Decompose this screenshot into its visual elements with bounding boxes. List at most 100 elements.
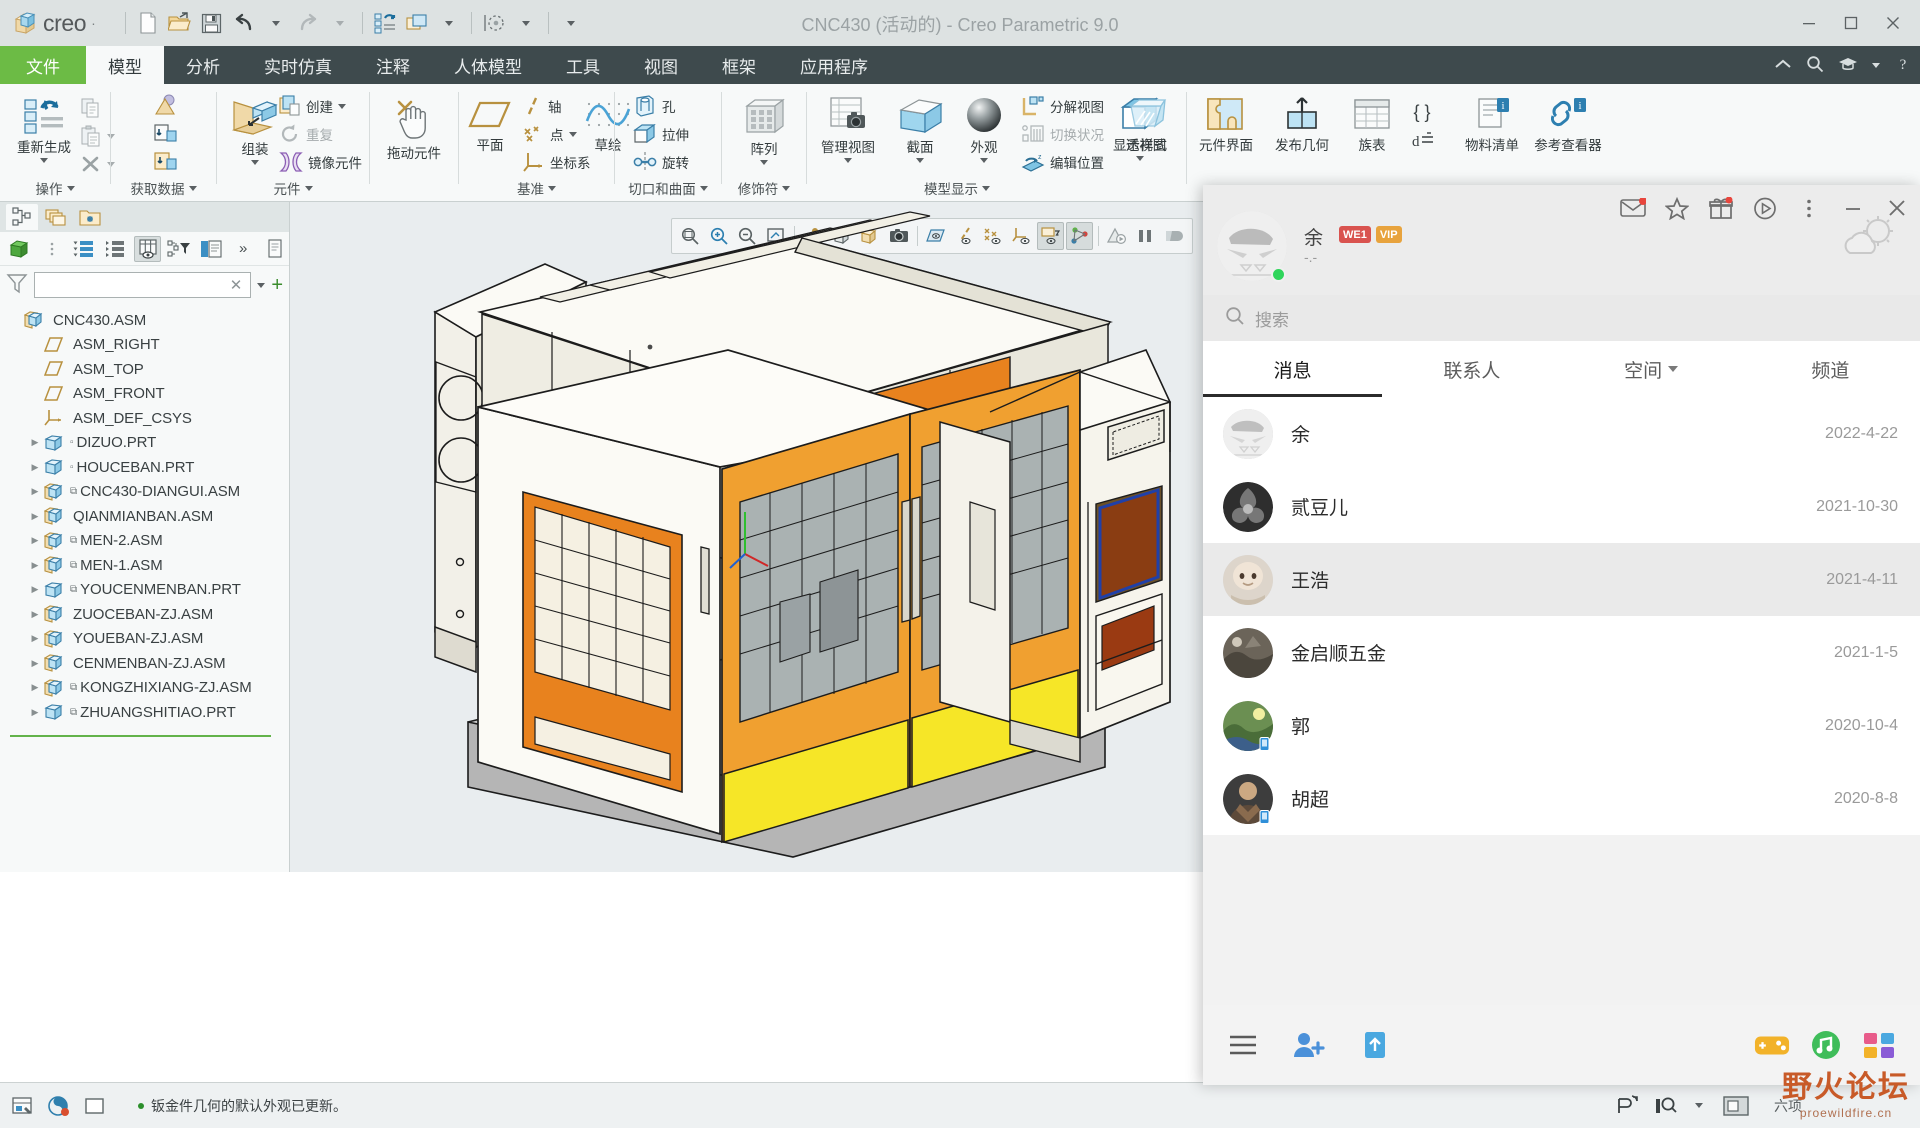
tree-item-asm-def-csys[interactable]: ASM_DEF_CSYS (0, 406, 289, 431)
component-interface-button[interactable]: 元件界面 (1189, 90, 1263, 154)
bom-button[interactable]: i 物料清单 (1455, 90, 1529, 154)
tab-manikin[interactable]: 人体模型 (432, 46, 544, 84)
redo-dropdown-button[interactable] (325, 7, 355, 39)
manage-views-button[interactable]: 管理视图 (809, 90, 887, 163)
chevron-down-icon[interactable] (1668, 366, 1679, 372)
expand-arrow-icon[interactable]: ▶ (28, 584, 42, 595)
expand-arrow-icon[interactable]: ▶ (28, 511, 42, 522)
revolve-button[interactable]: 旋转 (629, 148, 693, 176)
selection-filter-icon[interactable] (10, 1093, 36, 1119)
tree-item-youcenmenban-prt[interactable]: ▶ ⧉ YOUCENMENBAN.PRT (0, 578, 289, 603)
avatar[interactable] (1223, 554, 1273, 605)
tree-item-cnc430-asm[interactable]: CNC430.ASM (0, 308, 289, 333)
tab-file[interactable]: 文件 (0, 46, 86, 84)
qq-conversation-item[interactable]: 余 2022-4-22 (1203, 397, 1920, 470)
sidebar-item-model-tree[interactable] (6, 204, 38, 230)
appearance-icon[interactable] (46, 1093, 72, 1119)
merge-inherit-button[interactable] (149, 148, 183, 176)
switch-state-button[interactable]: 切换状况 (1017, 120, 1108, 148)
regenerate-caret-icon[interactable] (40, 157, 48, 163)
point-caret-icon[interactable] (568, 131, 577, 137)
tree-menu-button[interactable] (261, 236, 289, 262)
tab-view[interactable]: 视图 (622, 46, 700, 84)
qq-add-friend-icon[interactable] (1291, 1027, 1327, 1063)
sidebar-item-folder-browser[interactable] (74, 204, 106, 230)
switch-dimensions-button[interactable]: d (1405, 126, 1441, 154)
qq-music-icon[interactable] (1808, 1027, 1844, 1063)
publish-geometry-button[interactable]: 发布几何 (1265, 90, 1339, 154)
mirror-component-button[interactable]: 镜像元件 (275, 148, 366, 176)
relations-button[interactable]: { } (1405, 98, 1441, 126)
expand-all-button[interactable] (70, 236, 98, 262)
qq-conversation-item[interactable]: 贰豆儿 2021-10-30 (1203, 470, 1920, 543)
extrude-button[interactable]: 拉伸 (629, 120, 693, 148)
clear-search-icon[interactable]: ✕ (226, 276, 247, 294)
selection-filter-button[interactable] (479, 7, 509, 39)
create-caret-icon[interactable] (338, 103, 346, 109)
reference-viewer-button[interactable]: i 参考查看器 (1531, 90, 1605, 154)
expand-arrow-icon[interactable]: ▶ (28, 560, 42, 571)
qq-video-icon[interactable] (1750, 193, 1780, 223)
undo-button[interactable] (229, 7, 259, 39)
search-input[interactable] (39, 277, 226, 293)
minimize-button[interactable] (1788, 6, 1830, 40)
qq-badge-vip[interactable]: VIP (1375, 226, 1402, 243)
expand-arrow-icon[interactable]: ▶ (28, 486, 42, 497)
new-file-button[interactable] (133, 7, 163, 39)
datum-group-caret-icon[interactable] (548, 185, 556, 191)
maximize-button[interactable] (1830, 6, 1872, 40)
plane-button[interactable]: 平面 (459, 94, 521, 154)
expand-arrow-icon[interactable]: ▶ (28, 633, 42, 644)
tree-item-men-1-asm[interactable]: ▶ ⧉ MEN-1.ASM (0, 553, 289, 578)
tree-item-youeban-zj-asm[interactable]: ▶ YOUEBAN-ZJ.ASM (0, 627, 289, 652)
perspective-view-button[interactable]: 透视图 (1110, 90, 1182, 154)
qq-weather-icon[interactable] (1838, 215, 1898, 263)
expand-arrow-icon[interactable]: ▶ (28, 658, 42, 669)
search-dropdown-icon[interactable] (1686, 1089, 1712, 1123)
qq-conversation-item[interactable]: 郭 2020-10-4 (1203, 689, 1920, 762)
help-dropdown-icon[interactable] (1872, 62, 1880, 68)
section-button[interactable]: 截面 (889, 90, 951, 163)
tab-space[interactable]: 空间 (1562, 341, 1741, 397)
manage-views-caret-icon[interactable] (844, 157, 852, 163)
tree-item-men-2-asm[interactable]: ▶ ⧉ MEN-2.ASM (0, 529, 289, 554)
expand-arrow-icon[interactable]: ▶ (28, 609, 42, 620)
avatar[interactable] (1223, 408, 1273, 459)
qq-user-signature[interactable]: -.- (1304, 249, 1317, 265)
tree-item-asm-top[interactable]: ASM_TOP (0, 357, 289, 382)
drag-component-button[interactable]: 拖动元件 (375, 92, 453, 162)
qq-search-bar[interactable]: 搜索 (1203, 295, 1920, 341)
save-file-button[interactable] (197, 7, 227, 39)
tab-framework[interactable]: 框架 (700, 46, 778, 84)
tree-settings-button[interactable] (197, 236, 225, 262)
appearance-button[interactable]: 外观 (953, 90, 1015, 163)
display-toggle-icon[interactable] (82, 1093, 108, 1119)
regenerate-button[interactable] (370, 7, 400, 39)
expand-arrow-icon[interactable]: ▶ (28, 462, 42, 473)
pattern-button[interactable]: 阵列 (726, 90, 802, 165)
tab-annotate[interactable]: 注释 (354, 46, 432, 84)
regenerate-status-icon[interactable] (1610, 1089, 1644, 1123)
add-filter-icon[interactable]: + (271, 275, 283, 295)
pattern-caret-icon[interactable] (760, 159, 768, 165)
edit-position-button[interactable]: z 编辑位置 (1017, 148, 1108, 176)
avatar[interactable] (1223, 627, 1273, 678)
search-icon[interactable] (1806, 55, 1824, 76)
tree-item-cenmenban-zj-asm[interactable]: ▶ CENMENBAN-ZJ.ASM (0, 651, 289, 676)
import-button[interactable] (149, 92, 183, 120)
tab-analysis[interactable]: 分析 (164, 46, 242, 84)
display-model-button[interactable] (6, 236, 34, 262)
tab-channel[interactable]: 频道 (1741, 341, 1920, 397)
tab-applications[interactable]: 应用程序 (778, 46, 890, 84)
exploded-view-button[interactable]: 分解视图 (1017, 92, 1108, 120)
window-button[interactable] (402, 7, 432, 39)
tab-tools[interactable]: 工具 (544, 46, 622, 84)
tree-more-button[interactable]: » (229, 236, 257, 262)
assemble-caret-icon[interactable] (251, 159, 259, 165)
repeat-button[interactable]: 重复 (275, 120, 366, 148)
tree-item-asm-front[interactable]: ASM_FRONT (0, 382, 289, 407)
qq-more-menu-icon[interactable] (1794, 193, 1824, 223)
sidebar-item-layers[interactable] (40, 204, 72, 230)
tree-item-qianmianban-asm[interactable]: ▶ QIANMIANBAN.ASM (0, 504, 289, 529)
create-component-button[interactable]: 创建 (275, 92, 366, 120)
